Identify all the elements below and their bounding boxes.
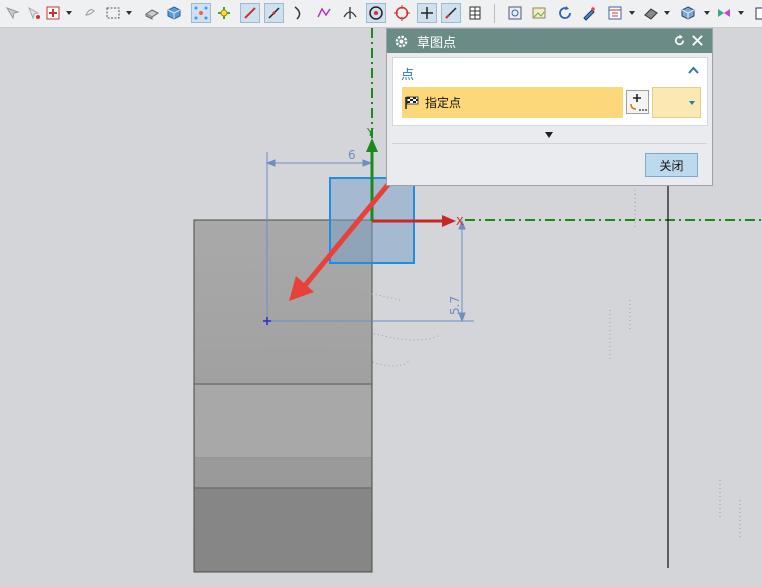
chevron-down-icon[interactable]: [126, 11, 132, 15]
orient-view-icon[interactable]: [714, 3, 734, 23]
move-icon[interactable]: [2, 3, 22, 23]
specify-point-row[interactable]: 指定点: [402, 87, 623, 118]
edit-icon[interactable]: [579, 3, 599, 23]
circle-center-icon[interactable]: [366, 3, 386, 23]
snap-settings-icon[interactable]: [214, 3, 234, 23]
toolbar-separator: [494, 4, 495, 23]
dialog-title: 草图点: [417, 35, 457, 51]
sketch-point-dialog: 草图点 点 指定点 关闭: [386, 28, 713, 186]
y-axis-label: Y: [366, 126, 374, 139]
specify-point-label: 指定点: [425, 96, 462, 110]
slope-icon[interactable]: [441, 3, 461, 23]
table-icon[interactable]: [465, 3, 485, 23]
curve-icon[interactable]: [289, 3, 309, 23]
section-label[interactable]: 点: [401, 64, 414, 83]
close-icon[interactable]: [691, 34, 704, 47]
intersection-icon[interactable]: [340, 3, 360, 23]
point-section: 点 指定点: [392, 57, 708, 126]
collapse-icon[interactable]: [688, 66, 699, 74]
solid-face: [195, 385, 371, 457]
snap-points-icon[interactable]: [191, 3, 211, 23]
dialog-title-bar[interactable]: 草图点: [387, 29, 712, 53]
rectangle-select-icon[interactable]: [103, 3, 123, 23]
chevron-down-icon[interactable]: [629, 11, 635, 15]
point-dialog-button[interactable]: [626, 90, 649, 114]
cube-icon[interactable]: [164, 3, 184, 23]
close-button[interactable]: 关闭: [645, 153, 698, 177]
chevron-down-icon[interactable]: [738, 11, 744, 15]
chevron-down-icon: [689, 101, 695, 105]
solid-face: [195, 458, 371, 488]
spline-icon[interactable]: [314, 3, 334, 23]
layout-icon[interactable]: [605, 3, 625, 23]
solid-face: [195, 489, 371, 571]
selection-filter-icon[interactable]: [43, 3, 63, 23]
chevron-down-icon[interactable]: [664, 11, 670, 15]
point-on-curve-icon[interactable]: [417, 3, 437, 23]
dimension-horizontal[interactable]: 6: [348, 148, 356, 162]
render-style-icon[interactable]: [641, 3, 661, 23]
quadrant-icon[interactable]: [392, 3, 412, 23]
view-image-icon[interactable]: [529, 3, 549, 23]
refresh-icon[interactable]: [555, 3, 575, 23]
part-icon[interactable]: [142, 3, 162, 23]
reset-icon[interactable]: [673, 34, 686, 47]
x-axis-label: X: [456, 215, 464, 228]
y-axis-arrow-icon: [366, 138, 378, 152]
expand-more-icon[interactable]: [545, 132, 553, 138]
lasso-icon[interactable]: [80, 3, 100, 23]
divider: [392, 143, 707, 144]
point-constructor-icon: [630, 94, 647, 111]
dimension-vertical[interactable]: 5.7: [448, 296, 462, 315]
toolbar: [0, 0, 762, 28]
view-fit-icon[interactable]: [505, 3, 525, 23]
chevron-down-icon[interactable]: [66, 11, 72, 15]
point-type-dropdown[interactable]: [652, 87, 701, 118]
x-axis-arrow-icon: [442, 215, 456, 227]
more-icon[interactable]: [750, 3, 762, 23]
chevron-down-icon[interactable]: [704, 11, 710, 15]
snap-icon[interactable]: [24, 3, 44, 23]
gear-icon[interactable]: [394, 34, 409, 49]
line-icon[interactable]: [240, 3, 260, 23]
line-icon[interactable]: [264, 3, 284, 23]
checkered-flag-icon: [405, 96, 419, 109]
shaded-cube-icon[interactable]: [678, 3, 698, 23]
